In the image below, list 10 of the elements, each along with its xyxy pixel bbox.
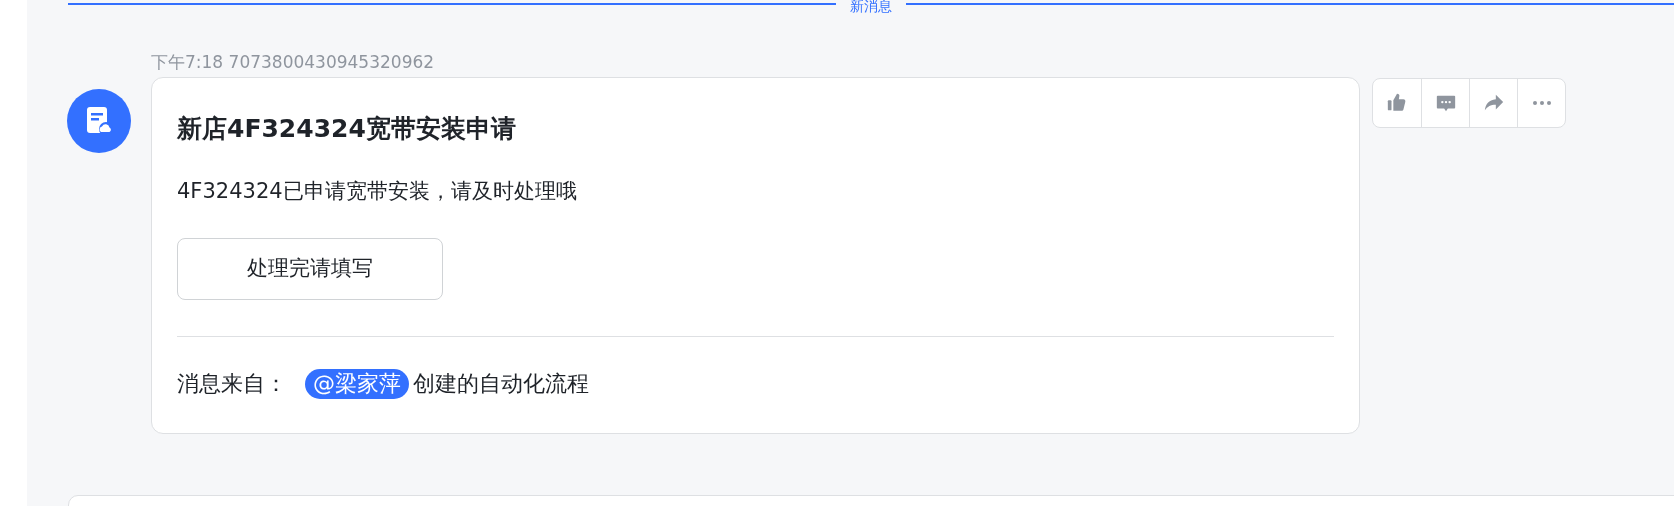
source-label: 消息来自： [177,370,287,398]
thumbs-up-icon [1386,92,1408,114]
new-messages-label: 新消息 [849,0,893,14]
more-icon [1531,101,1552,105]
card-title: 新店4F324324宽带安装申请 [177,113,517,145]
card-body-text: 4F324324已申请宽带安装，请及时处理哦 [177,178,578,205]
source-text: 创建的自动化流程 [413,370,589,398]
user-mention[interactable]: @梁家萍 [305,369,409,399]
fill-in-button[interactable]: 处理完请填写 [177,238,443,300]
message-timestamp: 下午7:18 7073800430945320962 [151,51,436,73]
